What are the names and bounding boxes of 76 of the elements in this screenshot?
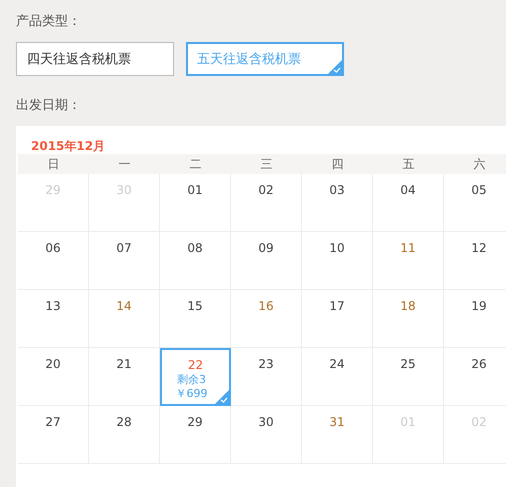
date-cell[interactable]: 04 (373, 174, 444, 232)
day-number: 15 (187, 298, 203, 314)
day-number: 09 (258, 240, 274, 256)
day-number: 13 (45, 298, 61, 314)
date-cell[interactable]: 05 (444, 174, 506, 232)
day-number: 08 (187, 240, 203, 256)
check-icon (328, 60, 342, 74)
date-cell[interactable]: 18 (373, 290, 444, 348)
weekday-label: 日 (46, 156, 60, 173)
date-cell[interactable]: 14 (89, 290, 160, 348)
seats-left: 剩余3 (177, 373, 206, 387)
date-cell[interactable]: 27 (18, 406, 89, 464)
day-number: 07 (116, 240, 132, 256)
field-label: 产品类型： (16, 13, 82, 31)
day-number: 06 (45, 240, 61, 256)
date-cell[interactable]: 10 (302, 232, 373, 290)
date-cell[interactable]: 09 (231, 232, 302, 290)
day-number: 04 (400, 182, 416, 198)
weekday-label: 六 (472, 156, 486, 173)
date-cell[interactable]: 07 (89, 232, 160, 290)
day-number: 17 (329, 298, 345, 314)
date-cell[interactable]: 29 (160, 406, 231, 464)
date-cell[interactable]: 02 (231, 174, 302, 232)
day-number: 26 (471, 356, 487, 372)
day-number: 29 (187, 414, 203, 430)
date-cell[interactable]: 31 (302, 406, 373, 464)
day-number: 31 (329, 414, 345, 430)
day-number: 19 (471, 298, 487, 314)
date-cell[interactable]: 12 (444, 232, 506, 290)
date-cell[interactable]: 19 (444, 290, 506, 348)
date-cell[interactable]: 15 (160, 290, 231, 348)
weekday-label: 三 (260, 156, 274, 173)
date-cell[interactable]: 23 (231, 348, 302, 406)
day-number: 30 (258, 414, 274, 430)
date-cell[interactable]: 30 (231, 406, 302, 464)
day-number: 11 (400, 240, 416, 256)
date-cell[interactable]: 11 (373, 232, 444, 290)
day-number: 20 (45, 356, 61, 372)
day-number: 22 (188, 357, 204, 373)
day-number: 18 (400, 298, 416, 314)
date-cell[interactable]: 17 (302, 290, 373, 348)
day-number: 28 (116, 414, 132, 430)
date-cell[interactable]: 06 (18, 232, 89, 290)
product-option[interactable]: 四天往返含税机票 (16, 42, 174, 76)
day-number: 02 (258, 182, 274, 198)
day-number: 03 (329, 182, 345, 198)
price: ￥699 (176, 387, 208, 401)
date-cell[interactable]: 25 (373, 348, 444, 406)
weekday-label: 一 (118, 156, 132, 173)
day-number: 21 (116, 356, 132, 372)
date-cell[interactable]: 08 (160, 232, 231, 290)
weekday-label: 二 (188, 156, 202, 173)
day-number: 01 (187, 182, 203, 198)
date-cell[interactable]: 16 (231, 290, 302, 348)
day-number: 05 (471, 182, 487, 198)
date-cell[interactable]: 01 (160, 174, 231, 232)
day-number: 27 (45, 414, 61, 430)
weekday-label: 四 (330, 156, 344, 173)
day-number: 24 (329, 356, 345, 372)
check-icon (215, 390, 229, 404)
day-number: 14 (116, 298, 132, 314)
date-cell[interactable]: 26 (444, 348, 506, 406)
date-cell[interactable]: 20 (18, 348, 89, 406)
day-number: 23 (258, 356, 274, 372)
date-cell[interactable]: 03 (302, 174, 373, 232)
month-title: 2015年12月 (30, 138, 106, 154)
date-cell[interactable]: 28 (89, 406, 160, 464)
day-number: 12 (471, 240, 487, 256)
date-cell[interactable]: 21 (89, 348, 160, 406)
day-number: 25 (400, 356, 416, 372)
day-number: 10 (329, 240, 345, 256)
date-cell[interactable]: 24 (302, 348, 373, 406)
day-number: 16 (258, 298, 274, 314)
date-cell[interactable]: 13 (18, 290, 89, 348)
weekday-label: 五 (402, 156, 416, 173)
field-label: 出发日期： (16, 97, 82, 115)
